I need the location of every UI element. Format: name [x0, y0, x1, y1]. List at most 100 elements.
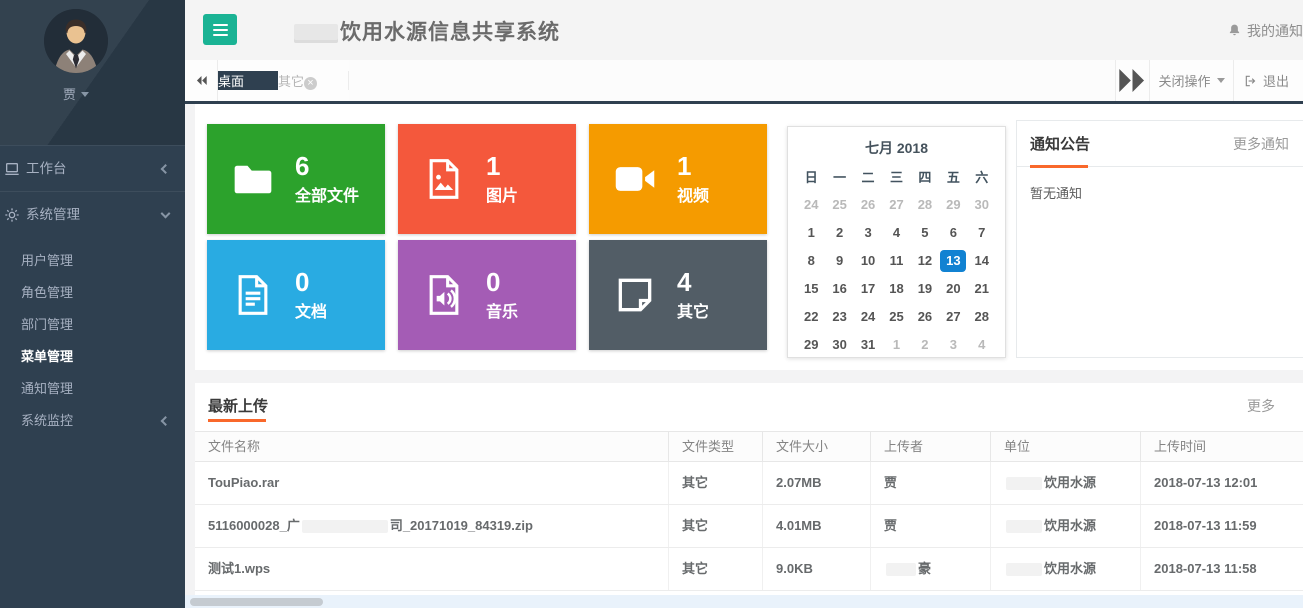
tabs-scroll-right-button[interactable]	[1115, 60, 1149, 101]
calendar-day[interactable]: 18	[882, 275, 910, 303]
calendar-day-selected[interactable]: 13	[939, 247, 967, 275]
calendar-day[interactable]: 2	[825, 219, 853, 247]
calendar-day[interactable]: 28	[911, 191, 939, 219]
calendar-day[interactable]: 16	[825, 275, 853, 303]
calendar-day[interactable]: 12	[911, 247, 939, 275]
horizontal-scrollbar-thumb[interactable]	[190, 598, 323, 606]
calendar-day[interactable]: 4	[882, 219, 910, 247]
calendar-day[interactable]: 25	[882, 303, 910, 331]
more-notices-link[interactable]: 更多通知	[1233, 134, 1289, 154]
calendar-day[interactable]: 26	[854, 191, 882, 219]
calendar-day[interactable]: 1	[797, 219, 825, 247]
more-uploads-link[interactable]: 更多	[1247, 396, 1275, 416]
column-header-uploader: 上传者	[870, 432, 990, 461]
calendar-day[interactable]: 23	[825, 303, 853, 331]
avatar	[44, 9, 108, 73]
sidebar-item-user-management[interactable]: 用户管理	[0, 245, 185, 277]
sidebar-item-department-management[interactable]: 部门管理	[0, 309, 185, 341]
calendar-day[interactable]: 28	[968, 303, 996, 331]
sidebar-item-role-management[interactable]: 角色管理	[0, 277, 185, 309]
calendar-day[interactable]: 31	[854, 331, 882, 359]
cell-upload-time: 2018-07-13 11:58	[1140, 548, 1303, 590]
sidebar-item-system-management[interactable]: 系统管理	[0, 191, 185, 237]
stat-card-count: 0	[295, 268, 327, 298]
user-menu[interactable]: 贾	[0, 84, 152, 103]
tabs-scroll-left-button[interactable]	[185, 60, 218, 101]
calendar-day[interactable]: 30	[825, 331, 853, 359]
calendar-day[interactable]: 29	[797, 331, 825, 359]
stat-card-documents[interactable]: 0文档	[207, 240, 385, 350]
caret-down-icon	[1217, 78, 1225, 83]
column-header-filename: 文件名称	[195, 432, 668, 461]
calendar-day[interactable]: 6	[939, 219, 967, 247]
stat-card-count: 1	[677, 152, 709, 182]
calendar-day[interactable]: 8	[797, 247, 825, 275]
calendar-day[interactable]: 10	[854, 247, 882, 275]
table-row[interactable]: TouPiao.rar其它2.07MB贾饮用水源2018-07-13 12:01	[195, 462, 1303, 505]
note-icon	[613, 273, 657, 317]
stat-card-music[interactable]: 0音乐	[398, 240, 576, 350]
calendar-day[interactable]: 22	[797, 303, 825, 331]
stat-card-videos[interactable]: 1视频	[589, 124, 767, 234]
calendar-day[interactable]: 19	[911, 275, 939, 303]
calendar-day[interactable]: 3	[939, 331, 967, 359]
calendar-day[interactable]: 14	[968, 247, 996, 275]
my-notifications-link[interactable]: 我的通知	[1227, 21, 1303, 41]
stat-card-label: 文档	[295, 298, 327, 322]
calendar-day[interactable]: 27	[939, 303, 967, 331]
cell-filename[interactable]: 5116000028_广司_20171019_84319.zip	[195, 505, 668, 547]
calendar-day[interactable]: 11	[882, 247, 910, 275]
calendar-day[interactable]: 24	[854, 303, 882, 331]
calendar-day[interactable]: 27	[882, 191, 910, 219]
redacted-text	[886, 563, 916, 576]
redacted-text	[302, 520, 388, 533]
logout-button[interactable]: 退出	[1233, 60, 1303, 101]
uploads-table-body: TouPiao.rar其它2.07MB贾饮用水源2018-07-13 12:01…	[195, 462, 1303, 591]
calendar-day[interactable]: 24	[797, 191, 825, 219]
tab-other[interactable]: 其它×	[278, 71, 349, 90]
calendar-day[interactable]: 7	[968, 219, 996, 247]
tab-desktop[interactable]: 桌面	[218, 71, 278, 90]
redacted-text	[1006, 477, 1042, 490]
calendar-day[interactable]: 3	[854, 219, 882, 247]
calendar-day[interactable]: 20	[939, 275, 967, 303]
sidebar-item-system-monitoring[interactable]: 系统监控	[0, 405, 185, 437]
calendar-day[interactable]: 2	[911, 331, 939, 359]
calendar-day[interactable]: 30	[968, 191, 996, 219]
calendar-day[interactable]: 9	[825, 247, 853, 275]
sidebar-item-label: 角色管理	[21, 285, 73, 300]
table-row[interactable]: 测试1.wps其它9.0KB豪饮用水源2018-07-13 11:58	[195, 548, 1303, 591]
calendar-day[interactable]: 15	[797, 275, 825, 303]
calendar-day[interactable]: 17	[854, 275, 882, 303]
table-row[interactable]: 5116000028_广司_20171019_84319.zip其它4.01MB…	[195, 505, 1303, 548]
sidebar-item-notification-management[interactable]: 通知管理	[0, 373, 185, 405]
cell-unit: 饮用水源	[990, 505, 1140, 547]
column-header-filetype: 文件类型	[668, 432, 762, 461]
close-operations-dropdown[interactable]: 关闭操作	[1149, 60, 1233, 101]
stat-card-images[interactable]: 1图片	[398, 124, 576, 234]
cell-filename[interactable]: TouPiao.rar	[195, 462, 668, 504]
calendar-day[interactable]: 5	[911, 219, 939, 247]
sidebar-item-workbench[interactable]: 工作台	[0, 145, 185, 191]
calendar-day[interactable]: 29	[939, 191, 967, 219]
calendar-day[interactable]: 21	[968, 275, 996, 303]
sidebar-item-menu-management[interactable]: 菜单管理	[0, 341, 185, 373]
calendar-weekday: 日	[797, 164, 825, 191]
calendar-day[interactable]: 25	[825, 191, 853, 219]
uploads-panel-header: 最新上传 更多	[195, 383, 1303, 431]
menu-toggle-button[interactable]	[203, 14, 237, 45]
cell-upload-time: 2018-07-13 11:59	[1140, 505, 1303, 547]
calendar-day[interactable]: 1	[882, 331, 910, 359]
logout-icon	[1244, 74, 1258, 88]
horizontal-scrollbar	[185, 595, 1303, 608]
calendar-day[interactable]: 26	[911, 303, 939, 331]
stat-card-others[interactable]: 4其它	[589, 240, 767, 350]
image-icon	[422, 157, 466, 201]
close-tab-icon[interactable]: ×	[304, 77, 317, 90]
cell-filename[interactable]: 测试1.wps	[195, 548, 668, 590]
column-header-upload-time: 上传时间	[1140, 432, 1303, 461]
stat-card-all-files[interactable]: 6全部文件	[207, 124, 385, 234]
sidebar-item-label: 通知管理	[21, 381, 73, 396]
my-notifications-label: 我的通知	[1247, 23, 1303, 39]
calendar-day[interactable]: 4	[968, 331, 996, 359]
